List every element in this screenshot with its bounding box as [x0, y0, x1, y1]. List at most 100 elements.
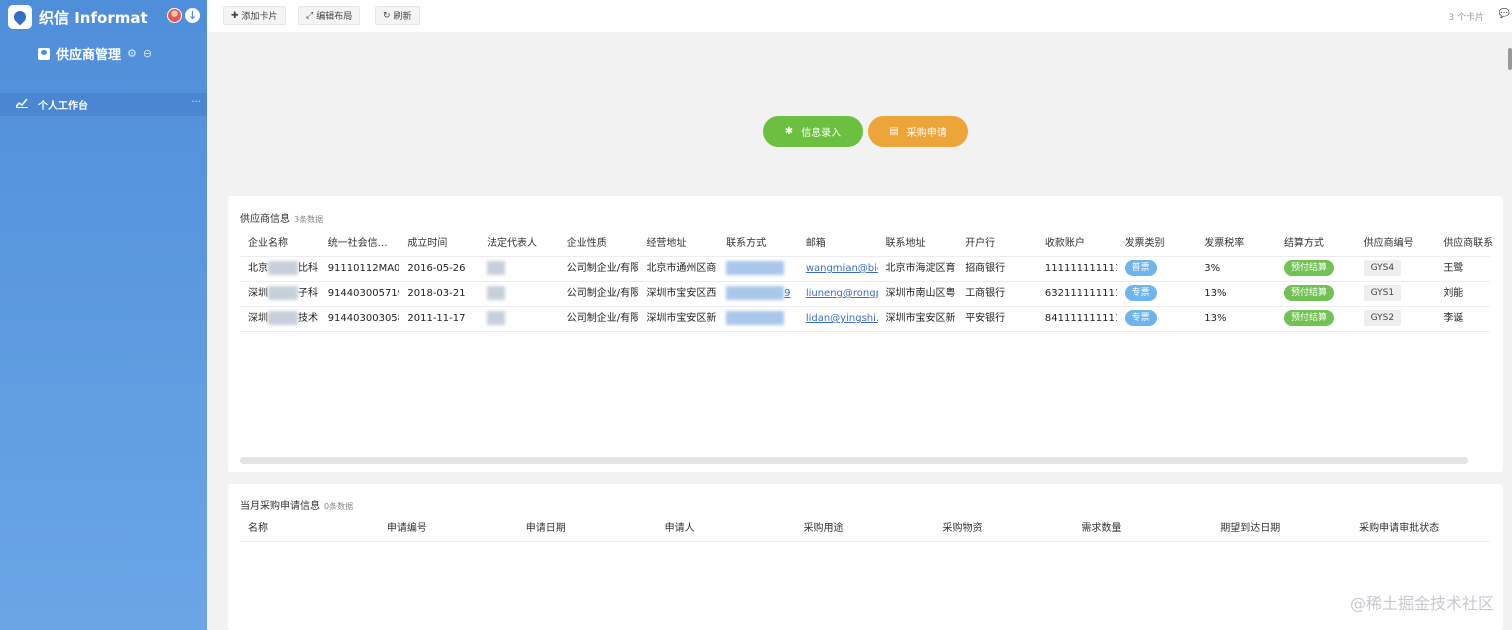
column-header[interactable]: 采购申请审批状态 — [1351, 516, 1490, 541]
credit-code-cell: 91440300305860 — [327, 313, 400, 324]
company-name-cell: 深圳 技术 — [240, 307, 320, 331]
email-cell[interactable]: wangmian@bie — [798, 257, 878, 281]
legal-rep-cell — [479, 307, 559, 331]
email-link[interactable]: lidan@yingshi.c — [806, 313, 878, 324]
more-dots-icon[interactable]: ··· — [191, 97, 201, 108]
column-header[interactable]: 结算方式 — [1276, 231, 1356, 256]
tax-rate-cell: 13% — [1204, 288, 1227, 299]
supplier-code-badge: GYS4 — [1363, 260, 1402, 276]
card-count: 3 个卡片 — [1448, 13, 1484, 23]
column-header[interactable]: 法定代表人 — [479, 231, 559, 256]
top-icons: ↓ — [167, 8, 200, 23]
app-title[interactable]: 供应商管理 ⚙ ⊖ — [38, 44, 152, 63]
supplier-title: 供应商信息 — [240, 214, 290, 225]
column-header[interactable]: 供应商联系 — [1435, 231, 1512, 256]
column-header[interactable]: 期望到达日期 — [1212, 516, 1351, 541]
phone-cell[interactable] — [718, 257, 798, 281]
table-row[interactable]: 深圳技术914403003058602011-11-17公司制企业/有限深圳市宝… — [240, 307, 1490, 332]
legal-rep-cell — [479, 257, 559, 281]
column-header[interactable]: 申请编号 — [379, 516, 518, 541]
nature-cell: 公司制企业/有限 — [566, 288, 639, 299]
column-header[interactable]: 发票类别 — [1117, 231, 1197, 256]
phone-cell[interactable]: 9 — [718, 282, 798, 306]
column-header[interactable]: 需求数量 — [1073, 516, 1212, 541]
more-circle-icon[interactable]: ⊖ — [143, 47, 152, 60]
contact-address-cell: 北京市海淀区育 — [885, 263, 956, 274]
legal-rep-cell — [479, 282, 559, 306]
phone-cell[interactable] — [718, 307, 798, 331]
expand-icon: ⤢ — [306, 10, 314, 21]
company-name-suffix: 比科 — [298, 263, 318, 274]
edit-layout-label: 编辑布局 — [316, 12, 353, 22]
column-header[interactable]: 经营地址 — [638, 231, 718, 256]
masked-text — [726, 311, 785, 325]
table-row[interactable]: 深圳 子科 91440300571980 2018-03-21 公司制企业/有限深圳市宝… — [240, 282, 1490, 307]
account-cell: 84111111111119 — [1044, 313, 1117, 324]
add-card-button[interactable]: ✚ 添加卡片 — [223, 6, 286, 25]
masked-text — [268, 311, 298, 325]
column-header[interactable]: 采购物资 — [934, 516, 1073, 541]
horizontal-scrollbar[interactable] — [240, 457, 1468, 464]
supplier-code-badge: GYS1 — [1363, 285, 1402, 301]
column-header[interactable]: 开户行 — [957, 231, 1037, 256]
email-cell[interactable]: lidan@yingshi.c — [798, 307, 878, 331]
column-header[interactable]: 企业性质 — [559, 231, 639, 256]
supplier-code-cell: GYS4 — [1356, 257, 1436, 281]
column-header[interactable]: 收款账户 — [1037, 231, 1117, 256]
address-cell: 深圳市宝安区西 — [646, 288, 717, 299]
column-header[interactable]: 联系方式 — [718, 231, 798, 256]
column-header[interactable]: 企业名称 — [240, 231, 320, 256]
brand[interactable]: 织信 Informat — [8, 5, 148, 29]
invoice-badge: 专票 — [1124, 285, 1157, 301]
refresh-label: 刷新 — [393, 12, 412, 22]
email-cell[interactable]: liuneng@rongpi — [798, 282, 878, 306]
invoice-type-cell: 专票 — [1117, 282, 1197, 306]
column-header[interactable]: 邮箱 — [798, 231, 878, 256]
column-header[interactable]: 统一社会信… — [320, 231, 400, 256]
masked-text — [726, 261, 785, 275]
contact-address-cell: 深圳市南山区粤 — [885, 288, 956, 299]
bank-cell: 招商银行 — [965, 263, 1006, 274]
supplier-code-cell: GYS1 — [1356, 282, 1436, 306]
info-entry-button[interactable]: ✱ 信息录入 — [763, 116, 863, 147]
column-header[interactable]: 采购用途 — [796, 516, 935, 541]
phone-suffix[interactable]: 9 — [784, 288, 790, 299]
purchase-count: 0条数据 — [324, 502, 354, 511]
email-link[interactable]: liuneng@rongpi — [806, 288, 878, 299]
edit-layout-button[interactable]: ⤢ 编辑布局 — [298, 6, 361, 25]
column-header[interactable]: 申请人 — [657, 516, 796, 541]
date-cell: 2016-05-26 — [407, 263, 466, 274]
masked-text — [487, 286, 506, 300]
download-icon[interactable]: ↓ — [185, 8, 200, 23]
invoice-badge: 普票 — [1124, 260, 1157, 276]
company-name-prefix: 北京 — [248, 263, 268, 274]
gear-icon[interactable]: ⚙ — [127, 47, 137, 60]
contact-address-cell: 深圳市宝安区新 — [885, 313, 956, 324]
sidebar-item-label: 个人工作台 — [38, 101, 88, 112]
column-header[interactable]: 联系地址 — [878, 231, 958, 256]
avatar[interactable] — [167, 8, 182, 23]
masked-text — [487, 261, 506, 275]
purchase-apply-button[interactable]: ▤ 采购申请 — [868, 116, 968, 147]
supplier-code-cell: GYS2 — [1356, 307, 1436, 331]
purchase-apply-label: 采购申请 — [906, 128, 947, 139]
column-header[interactable]: 供应商编号 — [1356, 231, 1436, 256]
column-header[interactable]: 发票税率 — [1196, 231, 1276, 256]
page-scrollbar[interactable] — [1508, 48, 1512, 70]
column-header[interactable]: 申请日期 — [518, 516, 657, 541]
invoice-type-cell: 专票 — [1117, 307, 1197, 331]
settlement-badge: 预付结算 — [1283, 285, 1334, 301]
table-row[interactable]: 北京 比科 91110112MA02 2016-05-26 公司制企业/有限 北京市通州区… — [240, 257, 1490, 282]
sidebar-item-workbench[interactable]: 个人工作台 ··· — [0, 93, 207, 116]
bank-cell: 平安银行 — [965, 313, 1006, 324]
column-header[interactable]: 成立时间 — [399, 231, 479, 256]
settlement-badge: 预付结算 — [1283, 310, 1334, 326]
date-cell: 2011-11-17 — [407, 313, 466, 324]
invoice-badge: 专票 — [1124, 310, 1157, 326]
chat-icon[interactable]: 💬 — [1499, 9, 1510, 19]
email-link[interactable]: wangmian@bie — [806, 263, 878, 274]
supplier-code-badge: GYS2 — [1363, 310, 1402, 326]
refresh-button[interactable]: ↻ 刷新 — [375, 6, 420, 25]
book-icon: ▤ — [889, 126, 899, 137]
column-header[interactable]: 名称 — [240, 516, 379, 541]
